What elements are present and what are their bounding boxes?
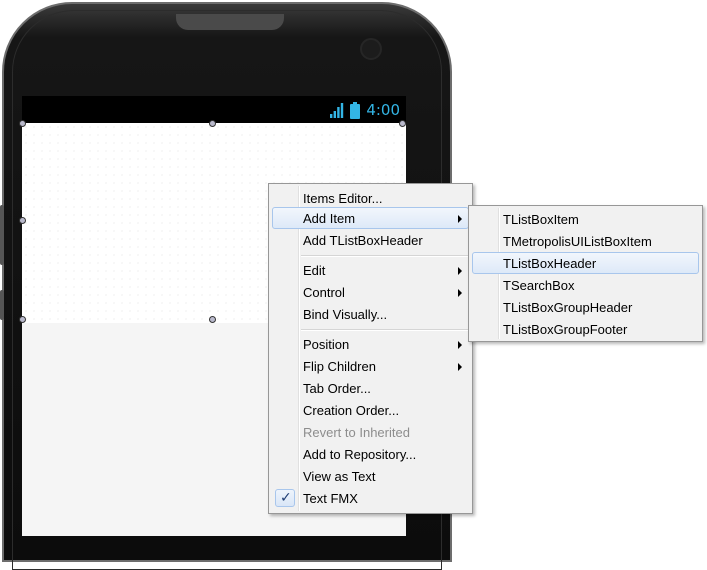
menu-item-creation-order[interactable]: Creation Order... [272, 399, 469, 421]
menu-item-label: Revert to Inherited [303, 425, 410, 440]
submenu-arrow-icon [458, 341, 462, 349]
menu-item-label: TSearchBox [503, 278, 575, 293]
selection-handle-middle-left[interactable] [19, 217, 26, 224]
speaker-notch [176, 14, 284, 30]
submenu-item-tlistboxgroupfooter[interactable]: TListBoxGroupFooter [472, 318, 699, 340]
submenu-arrow-icon [458, 215, 462, 223]
menu-item-view-as-text[interactable]: View as Text [272, 465, 469, 487]
menu-item-label: TListBoxGroupFooter [503, 322, 628, 337]
menu-item-label: Creation Order... [303, 403, 400, 418]
front-camera-icon [360, 38, 382, 60]
status-bar: 4:00 [22, 96, 406, 123]
menu-item-label: Add Item [303, 211, 356, 226]
menu-item-label: TListBoxHeader [503, 256, 597, 271]
menu-item-label: Position [303, 337, 350, 352]
menu-item-label: View as Text [303, 469, 376, 484]
menu-item-add-tlistboxheader[interactable]: Add TListBoxHeader [272, 229, 469, 251]
menu-item-add-item[interactable]: Add Item [272, 207, 469, 229]
menu-item-label: Items Editor... [303, 191, 383, 206]
submenu-item-tlistboxheader[interactable]: TListBoxHeader [472, 252, 699, 274]
menu-item-tab-order[interactable]: Tab Order... [272, 377, 469, 399]
submenu-arrow-icon [458, 267, 462, 275]
menu-separator [301, 255, 469, 257]
menu-item-add-to-repository[interactable]: Add to Repository... [272, 443, 469, 465]
menu-item-flip-children[interactable]: Flip Children [272, 355, 469, 377]
menu-item-label: Text FMX [303, 491, 358, 506]
submenu-item-tsearchbox[interactable]: TSearchBox [472, 274, 699, 296]
menu-item-label: Bind Visually... [303, 307, 388, 322]
menu-item-text-fmx[interactable]: ✓ Text FMX [272, 487, 469, 509]
menu-item-control[interactable]: Control [272, 281, 469, 303]
menu-item-revert-to-inherited[interactable]: Revert to Inherited [272, 421, 469, 443]
menu-item-edit[interactable]: Edit [272, 259, 469, 281]
signal-bars-icon [330, 102, 344, 118]
selection-handle-top-left[interactable] [19, 120, 26, 127]
menu-item-label: Flip Children [303, 359, 376, 374]
selection-handle-top-center[interactable] [209, 120, 216, 127]
submenu-item-tmetropolisuilistboxitem[interactable]: TMetropolisUIListBoxItem [472, 230, 699, 252]
menu-item-label: TMetropolisUIListBoxItem [503, 234, 652, 249]
menu-item-label: TListBoxGroupHeader [503, 300, 633, 315]
menu-item-label: Tab Order... [303, 381, 371, 396]
selection-handle-bottom-left[interactable] [19, 316, 26, 323]
battery-icon [350, 101, 361, 119]
add-item-submenu: TListBoxItem TMetropolisUIListBoxItem TL… [468, 205, 703, 342]
context-menu: Items Editor... Add Item Add TListBoxHea… [268, 183, 473, 514]
submenu-arrow-icon [458, 363, 462, 371]
selection-handle-bottom-center[interactable] [209, 316, 216, 323]
menu-item-bind-visually[interactable]: Bind Visually... [272, 303, 469, 325]
menu-item-label: Add TListBoxHeader [303, 233, 423, 248]
menu-item-label: Control [303, 285, 345, 300]
menu-item-label: TListBoxItem [503, 212, 579, 227]
selection-handle-top-right[interactable] [399, 120, 406, 127]
menu-separator [301, 329, 469, 331]
status-time: 4:00 [366, 101, 400, 119]
menu-item-position[interactable]: Position [272, 333, 469, 355]
submenu-item-tlistboxgroupheader[interactable]: TListBoxGroupHeader [472, 296, 699, 318]
submenu-arrow-icon [458, 289, 462, 297]
volume-button [0, 205, 4, 265]
checkmark-icon: ✓ [275, 489, 295, 507]
menu-item-label: Add to Repository... [303, 447, 417, 462]
side-button [0, 290, 4, 320]
submenu-item-tlistboxitem[interactable]: TListBoxItem [472, 208, 699, 230]
menu-item-label: Edit [303, 263, 326, 278]
menu-item-items-editor[interactable]: Items Editor... [272, 187, 469, 209]
